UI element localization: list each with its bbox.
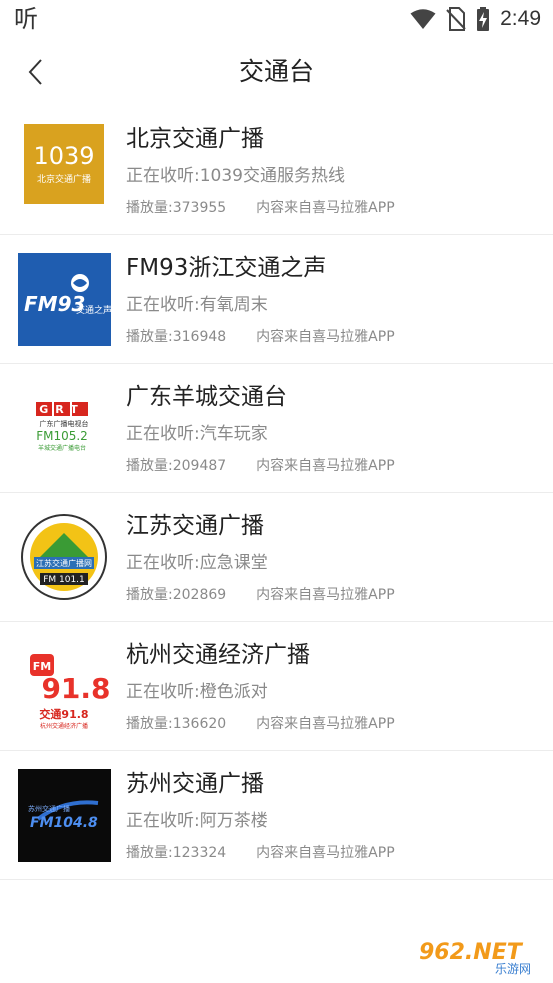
svg-text:北京交通广播: 北京交通广播 <box>37 173 91 185</box>
beijing-traffic-logo: 1039 北京交通广播 <box>24 124 104 204</box>
svg-text:交通91.8: 交通91.8 <box>39 707 88 721</box>
station-logo: 1039 北京交通广播 <box>18 124 111 217</box>
svg-text:羊城交通广播电台: 羊城交通广播电台 <box>38 444 86 452</box>
svg-text:乐游网: 乐游网 <box>495 962 531 975</box>
svg-text:GRT: GRT <box>39 403 85 416</box>
station-name: 苏州交通广播 <box>126 771 264 797</box>
station-item[interactable]: 江苏交通广播网 FM 101.1 江苏交通广播 正在收听:应急课堂 播放量:20… <box>0 493 553 622</box>
svg-text:杭州交通经济广播: 杭州交通经济广播 <box>40 722 88 730</box>
site-watermark: 962.NET 乐游网 <box>419 940 531 975</box>
play-count: 播放量:136620 <box>126 716 227 732</box>
station-logo: GRT 广东广播电视台 FM105.2 羊城交通广播电台 <box>18 382 111 475</box>
content-source: 内容来自喜马拉雅APP <box>256 329 395 345</box>
svg-text:交通之声: 交通之声 <box>76 304 111 316</box>
content-source: 内容来自喜马拉雅APP <box>256 845 395 861</box>
station-meta: 播放量:373955 内容来自喜马拉雅APP <box>126 198 395 218</box>
station-item[interactable]: 1039 北京交通广播 北京交通广播 正在收听:1039交通服务热线 播放量:3… <box>0 106 553 235</box>
hangzhou-918-logo: FM 91.8 交通91.8 杭州交通经济广播 <box>18 640 111 733</box>
svg-text:苏州交通广播: 苏州交通广播 <box>28 804 70 813</box>
station-name: FM93浙江交通之声 <box>126 255 327 281</box>
status-icons: 2:49 <box>410 4 541 34</box>
no-sim-icon <box>446 7 466 31</box>
play-count: 播放量:209487 <box>126 458 227 474</box>
content-source: 内容来自喜马拉雅APP <box>256 200 395 216</box>
svg-text:FM105.2: FM105.2 <box>36 429 88 443</box>
svg-text:广东广播电视台: 广东广播电视台 <box>40 419 89 428</box>
station-item[interactable]: FM 91.8 交通91.8 杭州交通经济广播 杭州交通经济广播 正在收听:橙色… <box>0 622 553 751</box>
station-meta: 播放量:136620 内容来自喜马拉雅APP <box>126 714 395 734</box>
station-logo: FM93 交通之声 <box>18 253 111 346</box>
station-meta: 播放量:209487 内容来自喜马拉雅APP <box>126 456 395 476</box>
station-name: 江苏交通广播 <box>126 513 264 539</box>
play-count: 播放量:373955 <box>126 200 227 216</box>
station-item[interactable]: 苏州交通广播 FM104.8 苏州交通广播 正在收听:阿万茶楼 播放量:1233… <box>0 751 553 880</box>
station-meta: 播放量:202869 内容来自喜马拉雅APP <box>126 585 395 605</box>
station-logo: FM 91.8 交通91.8 杭州交通经济广播 <box>18 640 111 733</box>
page-title: 交通台 <box>238 57 314 86</box>
status-app-label: 听 <box>14 5 38 33</box>
battery-charging-icon <box>477 7 490 31</box>
play-count: 播放量:202869 <box>126 587 227 603</box>
svg-text:FM104.8: FM104.8 <box>30 815 98 831</box>
station-name: 杭州交通经济广播 <box>126 642 310 668</box>
zhejiang-fm93-logo: FM93 交通之声 <box>18 253 111 346</box>
station-item[interactable]: GRT 广东广播电视台 FM105.2 羊城交通广播电台 广东羊城交通台 正在收… <box>0 364 553 493</box>
now-playing: 正在收听:1039交通服务热线 <box>126 166 345 186</box>
station-logo: 苏州交通广播 FM104.8 <box>18 769 111 862</box>
now-playing: 正在收听:橙色派对 <box>126 682 268 702</box>
station-name: 北京交通广播 <box>126 126 264 152</box>
top-bar: 交通台 <box>0 38 553 106</box>
now-playing: 正在收听:汽车玩家 <box>126 424 268 444</box>
guangdong-grt-logo: GRT 广东广播电视台 FM105.2 羊城交通广播电台 <box>18 382 111 475</box>
status-time: 2:49 <box>500 7 541 30</box>
suzhou-traffic-logo: 苏州交通广播 FM104.8 <box>18 769 111 862</box>
station-meta: 播放量:123324 内容来自喜马拉雅APP <box>126 843 395 863</box>
now-playing: 正在收听:阿万茶楼 <box>126 811 268 831</box>
jiangsu-traffic-logo: 江苏交通广播网 FM 101.1 <box>21 514 107 600</box>
content-source: 内容来自喜马拉雅APP <box>256 587 395 603</box>
station-name: 广东羊城交通台 <box>126 384 287 410</box>
wifi-icon <box>410 9 436 29</box>
now-playing: 正在收听:有氧周末 <box>126 295 268 315</box>
svg-text:FM 101.1: FM 101.1 <box>43 575 85 585</box>
svg-text:1039: 1039 <box>33 142 94 170</box>
svg-text:91.8: 91.8 <box>41 672 110 705</box>
station-meta: 播放量:316948 内容来自喜马拉雅APP <box>126 327 395 347</box>
content-source: 内容来自喜马拉雅APP <box>256 458 395 474</box>
status-bar: 听 2:49 <box>0 0 553 38</box>
station-logo: 江苏交通广播网 FM 101.1 <box>18 511 111 604</box>
play-count: 播放量:123324 <box>126 845 227 861</box>
now-playing: 正在收听:应急课堂 <box>126 553 268 573</box>
station-item[interactable]: FM93 交通之声 FM93浙江交通之声 正在收听:有氧周末 播放量:31694… <box>0 235 553 364</box>
svg-text:江苏交通广播网: 江苏交通广播网 <box>36 558 92 568</box>
play-count: 播放量:316948 <box>126 329 227 345</box>
station-list: 1039 北京交通广播 北京交通广播 正在收听:1039交通服务热线 播放量:3… <box>0 106 553 880</box>
content-source: 内容来自喜马拉雅APP <box>256 716 395 732</box>
